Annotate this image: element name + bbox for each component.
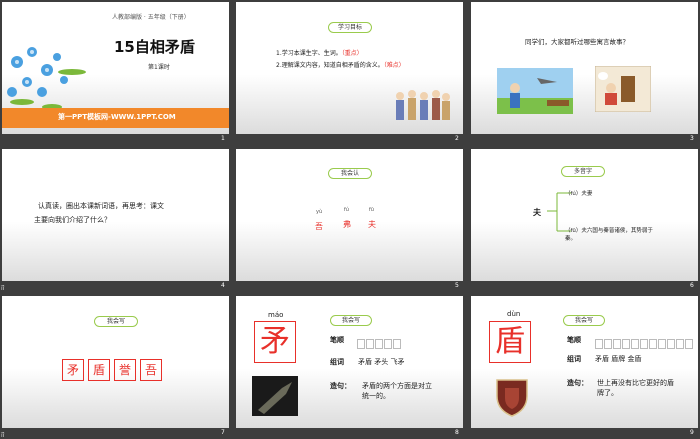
slide-number-3: 3 xyxy=(690,135,694,142)
slide-number-8: 8 xyxy=(455,429,459,436)
slide-thumbnail-5[interactable]: 我会认 yù 吾 fú 弗 fū 夫 xyxy=(236,149,463,281)
polyphone-char: 夫 xyxy=(533,208,541,217)
sentence-label: 造句： xyxy=(330,382,351,390)
slide-thumbnail-4[interactable]: 认真读，圈出本课新词语，再思考：课文 主要向我们介绍了什么？ xyxy=(2,149,229,281)
words-text: 矛盾 矛头 飞矛 xyxy=(358,358,405,366)
section-pill: 我会认 xyxy=(328,168,372,179)
question-text: 同学们，大家都听过哪些寓言故事？ xyxy=(525,38,629,46)
char-pinyin: máo xyxy=(268,311,284,319)
footer-text: 第一PPT模板网-WWW.1PPT.COM xyxy=(58,113,176,121)
spear-image xyxy=(252,376,298,416)
sentence-text: 矛盾的两个方面是对立统一的。 xyxy=(362,382,432,400)
stroke-order xyxy=(595,334,694,353)
slide-thumbnail-1[interactable]: 人教部编版 · 五年级（下册） 15自相矛盾 第1课时 第一PPT模板网-WWW… xyxy=(2,2,229,134)
goal-2-tag: （难点） xyxy=(383,62,405,69)
stroke-label: 笔顺 xyxy=(330,336,344,344)
write-char-4: 吾 xyxy=(140,359,162,381)
goal-2-text: 2.理解课文内容，知道自相矛盾的含义。 xyxy=(276,62,384,69)
pinyin-3: fū xyxy=(369,207,374,213)
instruction-line-1: 认真读，圈出本课新词语，再思考：课文 xyxy=(38,202,164,210)
slide-number-9: 9 xyxy=(690,429,694,436)
words-text: 矛盾 盾牌 金盾 xyxy=(595,355,642,363)
goal-1-text: 1.学习本课生字、生词。 xyxy=(276,50,342,57)
slide-number-2: 2 xyxy=(455,135,459,142)
story-image-left xyxy=(497,68,573,114)
words-label: 组词 xyxy=(330,358,344,366)
stroke-order xyxy=(357,334,402,353)
slide-number-1: 1 xyxy=(221,135,225,142)
slide-thumbnail-9[interactable]: dùn 盾 我会写 笔顺 组词 矛盾 盾牌 金盾 造句： 世上再没有比它更好的盾… xyxy=(471,296,698,428)
section-pill: 我会写 xyxy=(94,316,138,327)
goal-2: 2.理解课文内容，知道自相矛盾的含义。（难点） xyxy=(276,60,405,69)
char-2: 弗 xyxy=(343,220,351,229)
lesson-label: 第1课时 xyxy=(148,64,170,71)
flower-illustration xyxy=(7,47,86,110)
pronunciation-2: （fū）夫六国与秦皆诸侯，其势弱于秦。 xyxy=(565,227,655,243)
pinyin-1: yù xyxy=(316,209,323,215)
section-pill: 我会写 xyxy=(330,315,372,326)
section-pill: 学习目标 xyxy=(328,22,372,33)
crowd-illustration xyxy=(396,90,450,120)
slide-number-7: 7 xyxy=(221,429,225,436)
char-pinyin: dùn xyxy=(507,310,521,318)
goal-1-tag: （重点） xyxy=(341,50,363,57)
sentence-label: 造句： xyxy=(567,379,588,387)
slide-number-5: 5 xyxy=(455,282,459,289)
slide-number-6: 6 xyxy=(690,282,694,289)
big-char: 盾 xyxy=(489,321,531,363)
pinyin-2: fú xyxy=(344,207,349,213)
stroke-label: 笔顺 xyxy=(567,336,581,344)
series-label: 人教部编版 · 五年级（下册） xyxy=(112,14,190,21)
row-marker-2: ïî xyxy=(1,285,5,292)
words-label: 组词 xyxy=(567,355,581,363)
page-title: 15自相矛盾 xyxy=(114,38,195,56)
char-1: 吾 xyxy=(315,222,323,231)
slide-thumbnail-2[interactable]: 学习目标 1.学习本课生字、生词。（重点） 2.理解课文内容，知道自相矛盾的含义… xyxy=(236,2,463,134)
story-image-right xyxy=(595,66,651,112)
pronunciation-2-text: （fū）夫六国与秦皆诸侯，其势弱于秦。 xyxy=(565,228,653,242)
slide-number-4: 4 xyxy=(221,282,225,289)
write-char-3: 誉 xyxy=(114,359,136,381)
slide-thumbnail-8[interactable]: máo 矛 我会写 笔顺 组词 矛盾 矛头 飞矛 造句： 矛盾的两个方面是对立统… xyxy=(236,296,463,428)
write-char-2: 盾 xyxy=(88,359,110,381)
section-pill: 我会写 xyxy=(563,315,605,326)
goal-1: 1.学习本课生字、生词。（重点） xyxy=(276,48,363,57)
instruction-line-2: 主要向我们介绍了什么？ xyxy=(34,216,111,224)
char-3: 夫 xyxy=(368,220,376,229)
slide-thumbnail-6[interactable]: 多音字 夫 （fú）夫妻 （fū）夫六国与秦皆诸侯，其势弱于秦。 xyxy=(471,149,698,281)
pronunciation-1: （fú）夫妻 xyxy=(565,191,593,197)
section-pill: 多音字 xyxy=(561,166,605,177)
sentence-text: 世上再没有比它更好的盾牌了。 xyxy=(597,379,674,397)
slide-thumbnail-3[interactable]: 同学们，大家都听过哪些寓言故事？ xyxy=(471,2,698,134)
shield-image xyxy=(496,379,528,417)
big-char: 矛 xyxy=(254,321,296,363)
write-char-1: 矛 xyxy=(62,359,84,381)
slide-thumbnail-7[interactable]: 我会写 矛 盾 誉 吾 xyxy=(2,296,229,428)
